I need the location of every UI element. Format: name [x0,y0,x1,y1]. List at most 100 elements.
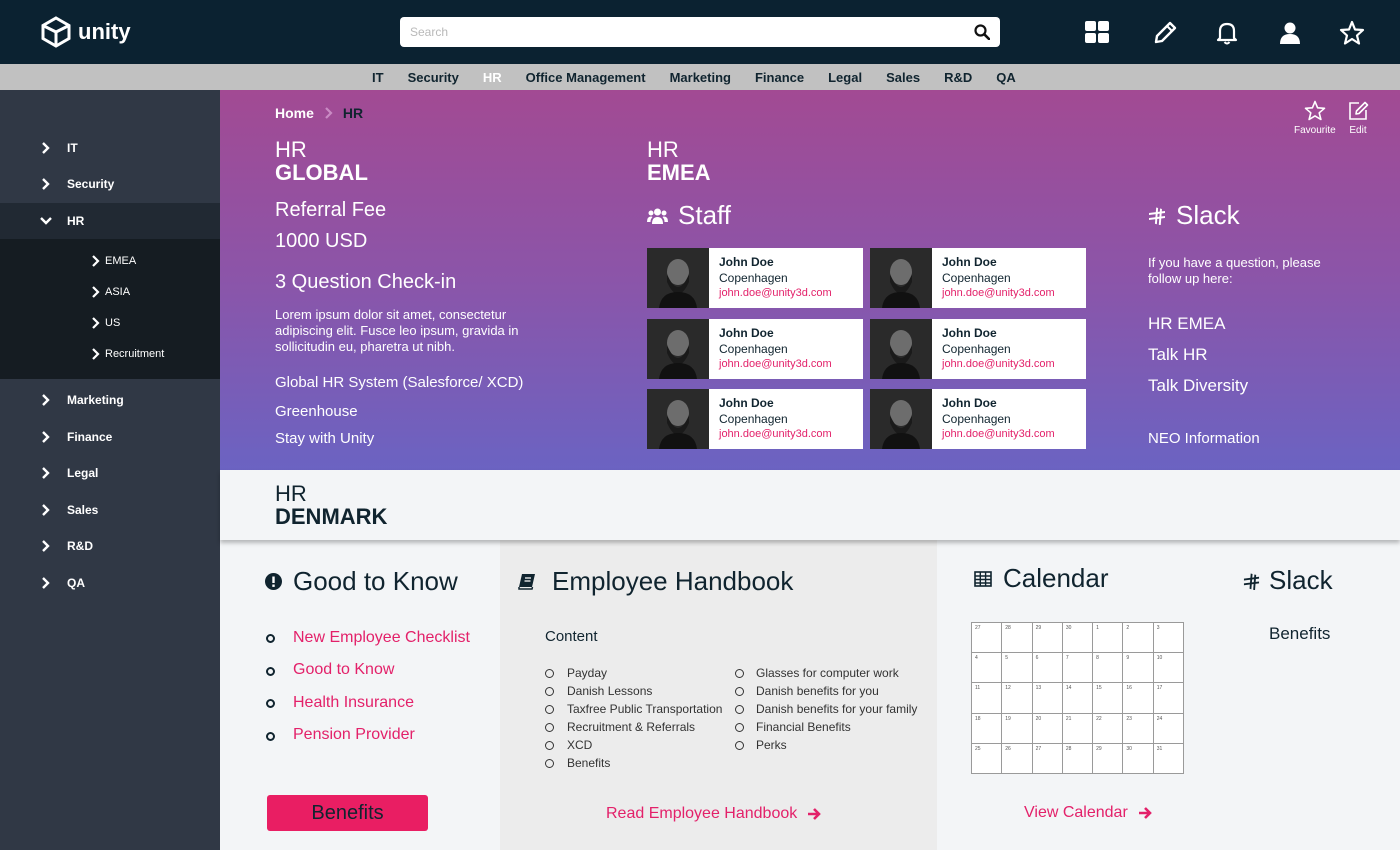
search-icon[interactable] [974,24,990,40]
calendar-day-cell[interactable]: 5 [1001,652,1033,684]
calendar-day-cell[interactable]: 26 [1001,742,1033,775]
new-employee-checklist-link[interactable]: New Employee Checklist [293,629,470,647]
handbook-item[interactable]: Taxfree Public Transportation [567,702,722,716]
calendar-day-cell[interactable]: 8 [1092,652,1124,684]
dept-tab-it[interactable]: IT [372,70,384,85]
calendar-day-cell[interactable]: 30 [1122,742,1154,775]
calendar-day-cell[interactable]: 28 [1001,621,1033,654]
calendar-day-cell[interactable]: 11 [970,682,1003,714]
handbook-item[interactable]: Financial Benefits [756,720,851,734]
health-insurance-link[interactable]: Health Insurance [293,694,414,712]
staff-card[interactable]: John Doe Copenhagen john.doe@unity3d.com [647,248,863,308]
sidebar-item-qa[interactable]: QA [0,565,220,601]
staff-card[interactable]: John Doe Copenhagen john.doe@unity3d.com [647,389,863,449]
calendar-day-cell[interactable]: 2 [1122,621,1154,654]
calendar-day-cell[interactable]: 21 [1061,712,1094,744]
calendar-day-cell[interactable]: 29 [1092,742,1124,775]
calendar-day-cell[interactable]: 17 [1152,682,1185,714]
view-calendar-link[interactable]: View Calendar [1024,804,1152,822]
handbook-item[interactable]: Danish benefits for your family [756,702,917,716]
calendar-day-cell[interactable]: 7 [1061,652,1094,684]
pencil-icon[interactable] [1152,20,1178,46]
calendar-day-cell[interactable]: 22 [1092,712,1124,744]
calendar-day-cell[interactable]: 24 [1152,712,1185,744]
dept-tab-security[interactable]: Security [408,70,459,85]
handbook-item[interactable]: Perks [756,738,787,752]
staff-card[interactable]: John Doe Copenhagen john.doe@unity3d.com [870,248,1086,308]
sidebar-subitem-emea[interactable]: EMEA [0,249,220,273]
sidebar-subitem-us[interactable]: US [0,311,220,335]
dept-tab-finance[interactable]: Finance [755,70,804,85]
staff-card[interactable]: John Doe Copenhagen john.doe@unity3d.com [870,389,1086,449]
handbook-item[interactable]: Payday [567,666,607,680]
slack-channel-hr-emea[interactable]: HR EMEA [1148,314,1225,334]
calendar-day-cell[interactable]: 10 [1152,652,1185,684]
calendar-day-cell[interactable]: 30 [1061,621,1094,654]
global-hr-system-link[interactable]: Global HR System (Salesforce/ XCD) [275,374,523,391]
bell-icon[interactable] [1214,20,1240,46]
staff-email[interactable]: john.doe@unity3d.com [719,287,832,299]
dept-tab-qa[interactable]: QA [996,70,1016,85]
calendar-day-cell[interactable]: 9 [1122,652,1154,684]
calendar-day-cell[interactable]: 6 [1031,652,1063,684]
sidebar-item-marketing[interactable]: Marketing [0,382,220,418]
dept-tab-office-management[interactable]: Office Management [526,70,646,85]
search-input[interactable] [410,17,960,47]
calendar-day-cell[interactable]: 18 [970,712,1003,744]
handbook-item[interactable]: Recruitment & Referrals [567,720,695,734]
pension-provider-link[interactable]: Pension Provider [293,726,415,744]
calendar-day-cell[interactable]: 25 [970,742,1003,775]
staff-card[interactable]: John Doe Copenhagen john.doe@unity3d.com [870,319,1086,379]
staff-email[interactable]: john.doe@unity3d.com [942,428,1055,440]
calendar-day-cell[interactable]: 16 [1122,682,1154,714]
staff-email[interactable]: john.doe@unity3d.com [942,358,1055,370]
apps-grid-icon[interactable] [1084,20,1110,46]
calendar-day-cell[interactable]: 3 [1152,621,1185,654]
dept-tab-marketing[interactable]: Marketing [670,70,731,85]
sidebar-item-hr[interactable]: HR [0,203,220,239]
calendar-day-cell[interactable]: 27 [970,621,1003,654]
read-handbook-link[interactable]: Read Employee Handbook [606,805,822,823]
sidebar-item-sales[interactable]: Sales [0,492,220,528]
staff-email[interactable]: john.doe@unity3d.com [719,428,832,440]
slack-benefits-link[interactable]: Benefits [1269,624,1330,644]
calendar-day-cell[interactable]: 14 [1061,682,1094,714]
dept-tab-sales[interactable]: Sales [886,70,920,85]
sidebar-item-finance[interactable]: Finance [0,419,220,455]
calendar-day-cell[interactable]: 13 [1031,682,1063,714]
benefits-button[interactable]: Benefits [267,795,428,831]
sidebar-item-it[interactable]: IT [0,130,220,166]
dept-tab-legal[interactable]: Legal [828,70,862,85]
calendar-day-cell[interactable]: 19 [1001,712,1033,744]
sidebar-item-security[interactable]: Security [0,166,220,202]
calendar-day-cell[interactable]: 31 [1152,742,1185,775]
sidebar-subitem-recruitment[interactable]: Recruitment [0,342,220,366]
calendar-day-cell[interactable]: 15 [1092,682,1124,714]
calendar-day-cell[interactable]: 4 [970,652,1003,684]
greenhouse-link[interactable]: Greenhouse [275,403,358,420]
handbook-item[interactable]: Danish Lessons [567,684,652,698]
slack-channel-talk-hr[interactable]: Talk HR [1148,345,1208,365]
neo-information-link[interactable]: NEO Information [1148,430,1260,447]
calendar-day-cell[interactable]: 29 [1031,621,1063,654]
calendar-day-cell[interactable]: 27 [1031,742,1063,775]
handbook-item[interactable]: Danish benefits for you [756,684,879,698]
dept-tab-hr[interactable]: HR [483,70,502,85]
dept-tab-rnd[interactable]: R&D [944,70,972,85]
calendar-day-cell[interactable]: 23 [1122,712,1154,744]
handbook-item[interactable]: Glasses for computer work [756,666,899,680]
user-icon[interactable] [1277,20,1303,46]
unity-logo[interactable]: unity [40,16,131,48]
edit-button[interactable]: Edit [1347,100,1369,136]
calendar-day-cell[interactable]: 28 [1061,742,1094,775]
breadcrumb-home[interactable]: Home [275,105,314,121]
stay-with-unity-link[interactable]: Stay with Unity [275,430,374,447]
staff-email[interactable]: john.doe@unity3d.com [719,358,832,370]
handbook-item[interactable]: Benefits [567,756,610,770]
sidebar-subitem-asia[interactable]: ASIA [0,280,220,304]
handbook-item[interactable]: XCD [567,738,592,752]
calendar-day-cell[interactable]: 20 [1031,712,1063,744]
star-icon[interactable] [1339,20,1365,46]
staff-card[interactable]: John Doe Copenhagen john.doe@unity3d.com [647,319,863,379]
slack-channel-talk-diversity[interactable]: Talk Diversity [1148,376,1248,396]
